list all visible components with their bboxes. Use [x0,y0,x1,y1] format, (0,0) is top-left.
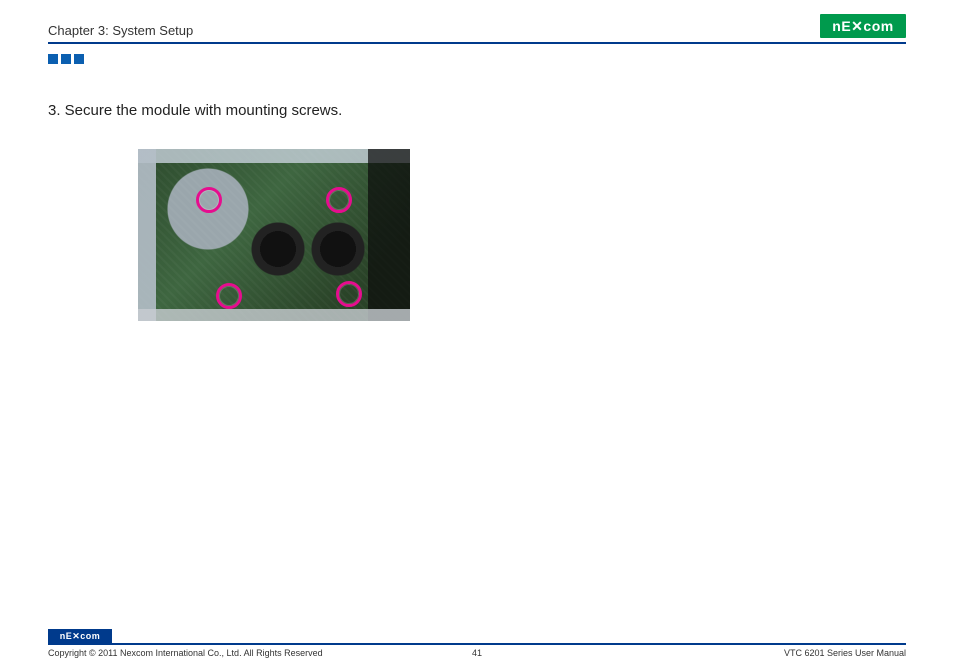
footer-brand-logo-text: nE✕com [60,631,101,642]
footer-divider [48,643,906,645]
screw-highlight-icon [196,187,222,213]
header-divider [48,42,906,44]
footer-brand-logo: nE✕com [48,629,112,643]
footer-logo-row: nE✕com [48,629,906,643]
page-body: 3. Secure the module with mounting screw… [48,102,906,321]
document-page: Chapter 3: System Setup nE✕com 3. Secure… [0,0,954,672]
page-header: Chapter 3: System Setup nE✕com [48,12,906,38]
brand-logo-text: nE✕com [832,18,893,35]
circuit-board-photo [138,149,410,321]
page-number: 41 [48,648,906,658]
footer-info-row: Copyright © 2011 Nexcom International Co… [48,648,906,658]
decorative-squares-icon [48,54,906,64]
page-footer: nE✕com Copyright © 2011 Nexcom Internati… [48,629,906,658]
screw-highlight-icon [326,187,352,213]
instruction-text: 3. Secure the module with mounting screw… [48,102,906,119]
chapter-title: Chapter 3: System Setup [48,23,193,38]
screw-highlight-icon [216,283,242,309]
screw-highlight-icon [336,281,362,307]
brand-logo: nE✕com [820,14,906,38]
